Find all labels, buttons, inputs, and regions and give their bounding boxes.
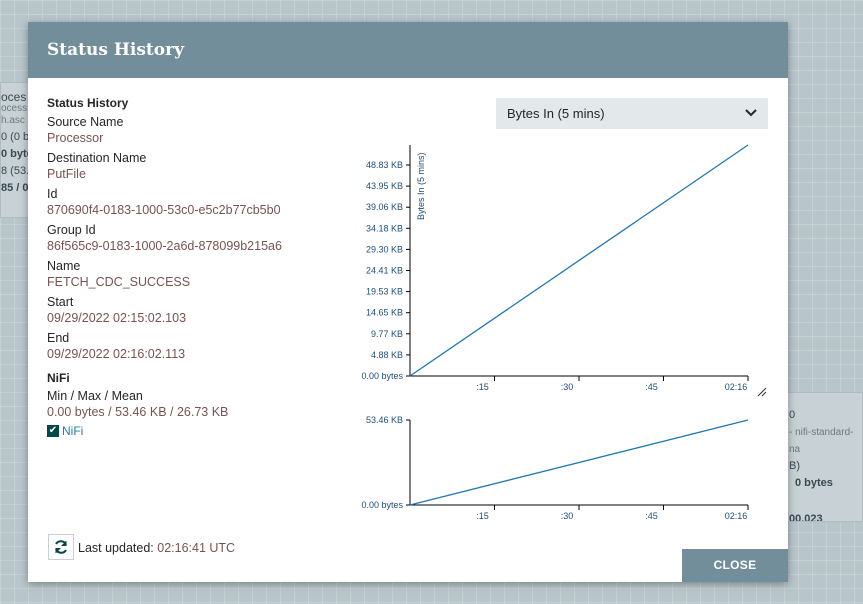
y-tick-label: 9.77 KB <box>371 329 403 339</box>
x-tick-label: :45 <box>645 511 658 521</box>
bg-text: 0 <box>789 409 796 421</box>
end-value: 09/29/2022 02:16:02.113 <box>47 347 186 361</box>
id-label: Id <box>47 187 58 201</box>
chevron-down-icon <box>745 109 757 117</box>
y-tick-label: 39.06 KB <box>366 202 403 212</box>
min-max-mean-value: 0.00 bytes / 53.46 KB / 26.73 KB <box>47 405 229 419</box>
status-details-panel: Status History Source Name Processor Des… <box>47 96 337 438</box>
y-tick-label: 0.00 bytes <box>361 371 403 381</box>
bg-text: - nifi-standard-na <box>789 427 854 455</box>
source-name-value: Processor <box>47 131 104 145</box>
y-tick-label: 4.88 KB <box>371 350 403 360</box>
group-id-label: Group Id <box>47 223 96 237</box>
end-label: End <box>47 331 70 345</box>
min-max-mean-label: Min / Max / Mean <box>47 389 143 403</box>
x-tick-label: :30 <box>561 511 574 521</box>
start-value: 09/29/2022 02:15:02.103 <box>47 311 187 325</box>
nifi-section-title: NiFi <box>47 371 70 385</box>
group-id-value: 86f565c9-0183-1000-2a6d-878099b215a6 <box>47 239 282 253</box>
metric-select-value: Bytes In (5 mins) <box>507 106 605 121</box>
y-tick-label: 19.53 KB <box>366 287 403 297</box>
x-tick-label: :30 <box>561 382 574 392</box>
last-updated-label: Last updated: <box>78 541 154 555</box>
x-tick-label: :15 <box>476 382 489 392</box>
destination-name-label: Destination Name <box>47 151 147 165</box>
y-tick-label: 53.46 KB <box>366 415 403 425</box>
y-tick-label: 14.65 KB <box>366 308 403 318</box>
dialog-title: Status History <box>28 22 788 78</box>
metric-select[interactable]: Bytes In (5 mins) <box>496 98 768 129</box>
y-tick-label: 24.41 KB <box>366 266 403 276</box>
refresh-button[interactable] <box>48 534 74 560</box>
refresh-icon <box>55 540 67 554</box>
close-button[interactable]: CLOSE <box>682 549 788 582</box>
series-line <box>409 419 749 506</box>
x-tick-label: :15 <box>476 511 489 521</box>
y-tick-label: 0.00 bytes <box>361 500 403 510</box>
destination-name-value: PutFile <box>47 167 86 181</box>
background-processor-card-right[interactable]: 0 - nifi-standard-na B) 0 bytes 00.023 <box>786 392 863 522</box>
y-tick-label: 43.95 KB <box>366 181 403 191</box>
start-label: Start <box>47 295 74 309</box>
series-line <box>409 144 749 377</box>
status-history-charts[interactable]: 0.00 bytes 4.88 KB 9.77 KB 14.65 KB 19.53 KB… <box>348 137 788 527</box>
resize-handle-icon <box>757 387 767 397</box>
nifi-checkbox-label[interactable]: NiFi <box>62 424 83 438</box>
nifi-series-toggle[interactable]: ✔ NiFi <box>47 424 337 438</box>
name-value: FETCH_CDC_SUCCESS <box>47 275 191 289</box>
y-tick-label: 29.30 KB <box>366 244 403 254</box>
y-tick-label: 48.83 KB <box>366 160 403 170</box>
bg-text: 00.023 <box>789 513 823 522</box>
name-label: Name <box>47 259 81 273</box>
last-updated: Last updated: 02:16:41 UTC <box>78 541 235 555</box>
check-icon[interactable]: ✔ <box>47 425 59 437</box>
y-axis-title: Bytes In (5 mins) <box>416 152 426 220</box>
x-tick-label: 02:16 <box>725 511 748 521</box>
y-tick-label: 34.18 KB <box>366 223 403 233</box>
source-name-label: Source Name <box>47 115 124 129</box>
x-tick-label: 02:16 <box>725 382 748 392</box>
section-title: Status History <box>47 96 129 110</box>
bg-text: 0 bytes <box>795 477 833 489</box>
x-tick-label: :45 <box>645 382 658 392</box>
status-history-dialog: Status History Status History Source Nam… <box>28 22 788 582</box>
bg-text: B) <box>789 460 800 472</box>
last-updated-time: 02:16:41 UTC <box>157 541 236 555</box>
id-value: 870690f4-0183-1000-53c0-e5c2b77cb5b0 <box>47 203 281 217</box>
